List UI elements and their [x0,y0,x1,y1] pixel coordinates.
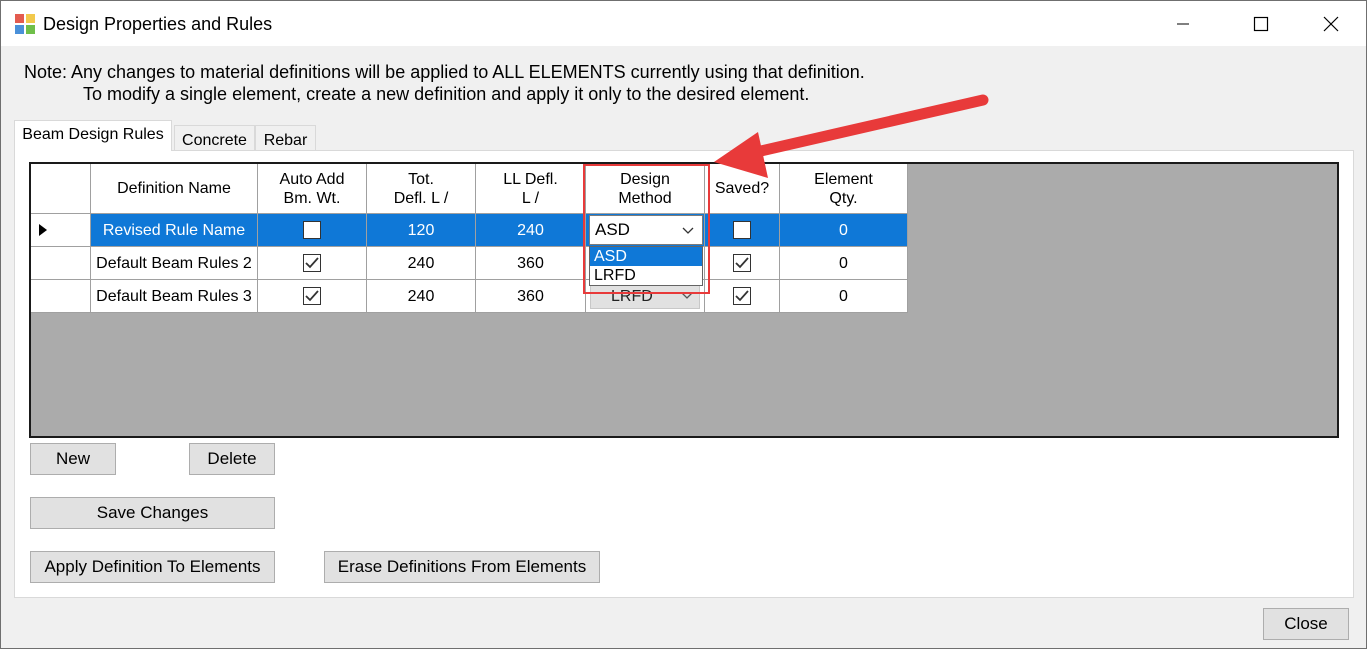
saved-checkbox[interactable] [733,221,751,239]
table-cell-ll-defl[interactable]: 360 [476,280,586,313]
erase-definitions-button[interactable]: Erase Definitions From Elements [324,551,600,583]
method-combo-value: LRFD [611,288,653,305]
table-cell-name[interactable]: Default Beam Rules 3 [91,280,258,313]
maximize-button[interactable] [1238,1,1284,46]
auto-add-checkbox[interactable] [303,287,321,305]
chevron-down-icon [681,292,693,299]
design-method-combo[interactable]: ASD [589,215,703,245]
close-button[interactable]: Close [1263,608,1349,640]
design-method-dropdown-list: ASD LRFD [589,246,703,286]
checkmark-icon [305,290,319,302]
col-header-ll-defl[interactable]: LL Defl. L / [476,164,586,214]
annotation-arrow-icon [714,94,989,178]
save-changes-button[interactable]: Save Changes [30,497,275,529]
col-header-label: Tot. [408,170,434,188]
checkmark-icon [305,257,319,269]
saved-checkbox[interactable] [733,287,751,305]
current-row-indicator-icon [39,224,47,236]
col-header-tot-defl[interactable]: Tot. Defl. L / [367,164,476,214]
tab-rebar[interactable]: Rebar [255,125,316,151]
table-cell-tot-defl[interactable]: 240 [367,247,476,280]
delete-button[interactable]: Delete [189,443,275,475]
table-cell-ll-defl[interactable]: 360 [476,247,586,280]
auto-add-checkbox[interactable] [303,254,321,272]
table-cell-qty[interactable]: 0 [780,280,908,313]
row-header-3[interactable] [31,280,91,313]
dropdown-option-lrfd[interactable]: LRFD [590,266,702,285]
tab-beam-design-rules[interactable]: Beam Design Rules [14,120,172,151]
checkmark-icon [735,257,749,269]
col-header-definition-name[interactable]: Definition Name [91,164,258,214]
table-cell-tot-defl[interactable]: 120 [367,214,476,247]
minimize-button[interactable] [1160,1,1206,46]
tab-concrete[interactable]: Concrete [174,125,255,151]
table-cell-saved[interactable] [705,214,780,247]
grid-corner-header [31,164,91,214]
row-header-2[interactable] [31,247,91,280]
auto-add-checkbox[interactable] [303,221,321,239]
table-cell-saved[interactable] [705,247,780,280]
table-cell-saved[interactable] [705,280,780,313]
maximize-icon [1253,16,1269,31]
col-header-design-method[interactable]: Design Method [586,164,705,214]
chevron-down-icon[interactable] [682,227,694,235]
apply-definition-button[interactable]: Apply Definition To Elements [30,551,275,583]
table-cell-ll-defl[interactable]: 240 [476,214,586,247]
col-header-label: Definition Name [117,180,231,197]
close-icon [1323,16,1339,31]
table-cell-qty[interactable]: 0 [780,214,908,247]
col-header-label: LL Defl. [503,170,558,188]
table-cell-auto-add[interactable] [258,214,367,247]
note-line-1: Note: Any changes to material definition… [24,62,865,82]
col-header-label: Method [618,189,672,207]
dropdown-option-asd[interactable]: ASD [590,247,702,266]
title-bar: Design Properties and Rules [1,1,1366,46]
close-window-button[interactable] [1308,1,1354,46]
table-cell-qty[interactable]: 0 [780,247,908,280]
new-button[interactable]: New [30,443,116,475]
col-header-label: Defl. L / [393,189,449,207]
table-cell-auto-add[interactable] [258,280,367,313]
row-header-1[interactable] [31,214,91,247]
minimize-icon [1177,23,1189,24]
design-method-combo-value: ASD [595,220,630,239]
window-title: Design Properties and Rules [43,14,273,34]
checkmark-icon [735,290,749,302]
col-header-label: L / [521,189,540,207]
table-cell-name[interactable]: Revised Rule Name [91,214,258,247]
method-combo-disabled[interactable]: LRFD [590,283,700,309]
col-header-label: Design [620,170,670,188]
col-header-label: Auto Add [279,170,345,188]
rules-grid[interactable]: Definition Name Auto Add Bm. Wt. Tot. Defl… [29,162,1339,438]
col-header-label: Bm. Wt. [283,189,341,207]
col-header-label: Qty. [829,189,858,207]
col-header-auto-add[interactable]: Auto Add Bm. Wt. [258,164,367,214]
saved-checkbox[interactable] [733,254,751,272]
table-cell-auto-add[interactable] [258,247,367,280]
table-cell-tot-defl[interactable]: 240 [367,280,476,313]
app-icon [15,14,35,34]
table-cell-name[interactable]: Default Beam Rules 2 [91,247,258,280]
col-header-label: Saved? [714,180,770,197]
